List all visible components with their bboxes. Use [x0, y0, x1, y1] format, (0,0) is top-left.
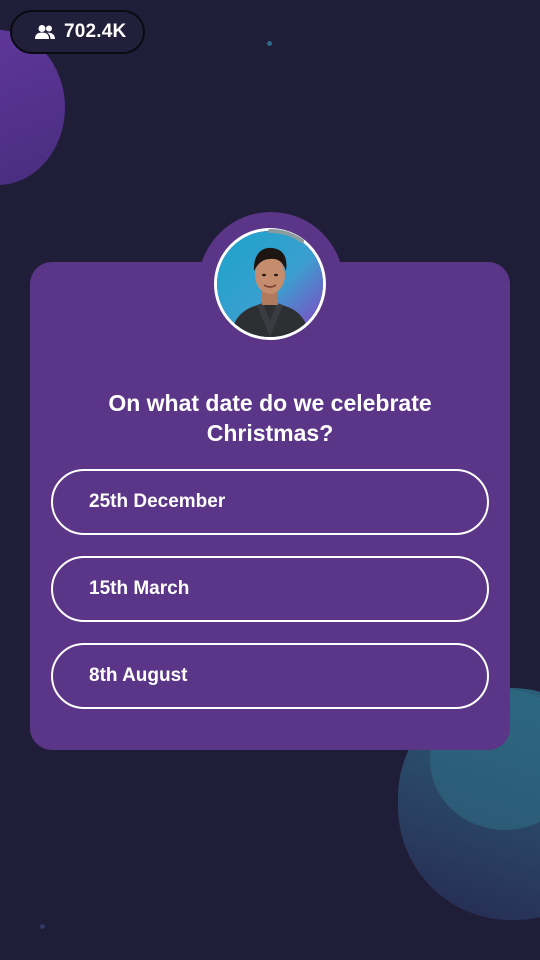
viewer-count-badge: 702.4K [10, 10, 145, 54]
answer-option-3[interactable]: 8th August [51, 643, 489, 709]
users-icon [34, 24, 56, 40]
answer-option-label: 25th December [89, 491, 226, 512]
background-dot [267, 41, 272, 46]
answer-option-label: 15th March [89, 578, 190, 599]
background-dot [40, 924, 45, 929]
answer-option-2[interactable]: 15th March [51, 556, 489, 622]
timer-ring [268, 228, 304, 243]
answer-option-label: 8th August [89, 665, 188, 686]
viewer-count: 702.4K [64, 21, 127, 42]
question-text: On what date do we celebrate Christmas? [108, 390, 432, 446]
trivia-screen: 702.4K On what date do we celebrate Chri… [0, 0, 540, 960]
answer-option-1[interactable]: 25th December [51, 469, 489, 535]
